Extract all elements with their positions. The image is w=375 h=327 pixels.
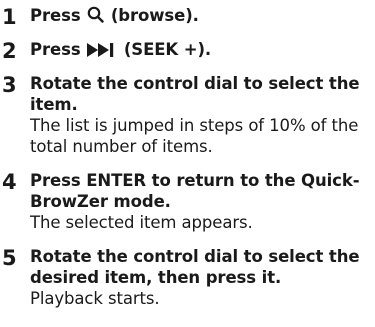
step-title: Press (browse). xyxy=(30,5,371,28)
step-title: Press (SEEK +). xyxy=(30,39,371,62)
step-number: 4 xyxy=(2,170,17,194)
step-description: The selected item appears. xyxy=(30,213,253,232)
step-title: Rotate the control dial to select the it… xyxy=(30,74,360,114)
step-title-before: Press xyxy=(30,40,87,59)
step-title: Press ENTER to return to the Quick-BrowZ… xyxy=(30,171,360,211)
step-2: 2 Press (SEEK +). xyxy=(0,39,375,63)
step-5: 5 Rotate the control dial to select the … xyxy=(0,246,375,309)
step-number: 2 xyxy=(2,39,17,63)
search-icon xyxy=(87,6,104,28)
step-title-after: (SEEK +). xyxy=(118,40,212,59)
step-title-after: (browse). xyxy=(105,6,199,25)
step-number: 1 xyxy=(2,5,17,29)
step-number: 3 xyxy=(2,73,17,97)
step-description: Playback starts. xyxy=(30,289,160,308)
step-title-before: Press xyxy=(30,6,87,25)
step-number: 5 xyxy=(2,246,17,270)
step-3: 3 Rotate the control dial to select the … xyxy=(0,73,375,157)
step-1: 1 Press (browse). xyxy=(0,5,375,29)
step-description: The list is jumped in steps of 10% of th… xyxy=(30,116,359,156)
step-title: Rotate the control dial to select the de… xyxy=(30,247,360,287)
seek-forward-icon xyxy=(87,41,117,62)
instruction-steps: 1 Press (browse). 2 Press (SEEK +). 3 Ro… xyxy=(0,0,375,309)
step-4: 4 Press ENTER to return to the Quick-Bro… xyxy=(0,170,375,233)
